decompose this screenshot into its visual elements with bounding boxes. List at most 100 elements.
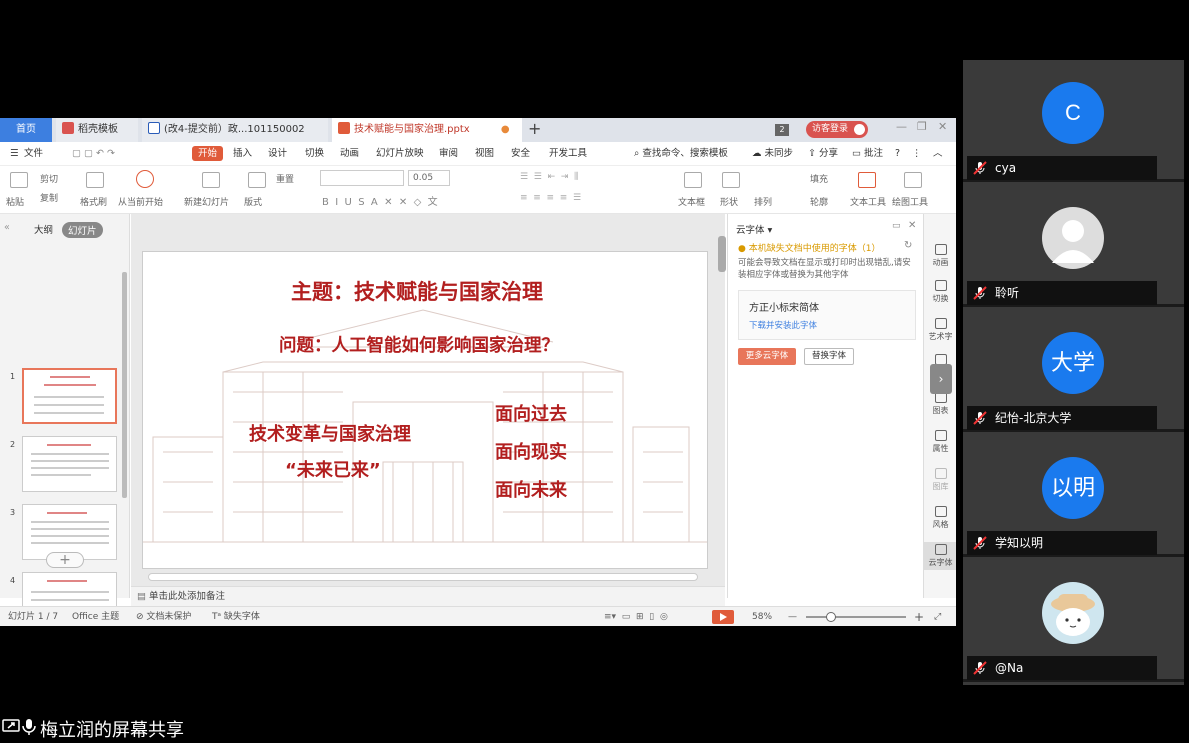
close-icon[interactable]: ✕ <box>938 120 947 133</box>
play-from-current-label[interactable]: 从当前开始 <box>118 195 163 208</box>
more-icon[interactable]: ⋮ <box>912 142 922 166</box>
play-from-current-icon[interactable] <box>136 170 154 188</box>
slide-thumbnail-2[interactable] <box>22 436 117 492</box>
share-button[interactable]: ⇪ 分享 <box>808 142 838 166</box>
panel-collapse-icon[interactable]: « <box>4 222 10 233</box>
font-name-select[interactable] <box>320 170 404 186</box>
menu-insert[interactable]: 插入 <box>233 142 252 166</box>
font-size-select[interactable]: 0.05 <box>408 170 450 186</box>
thumbnail-scrollbar[interactable] <box>122 272 127 498</box>
drawing-tools-label[interactable]: 绘图工具 <box>892 195 928 208</box>
add-slide-button[interactable]: + <box>46 552 84 568</box>
collapse-ribbon-icon[interactable]: ︿ <box>933 142 943 166</box>
slide-title[interactable]: 主题：技术赋能与国家治理 <box>291 276 543 306</box>
menu-file[interactable]: 文件 <box>24 142 43 166</box>
participant-tile[interactable]: C cya <box>963 60 1184 182</box>
zoom-level[interactable]: 58% <box>752 607 772 626</box>
participant-tile[interactable]: @Na <box>963 560 1184 682</box>
reset-button[interactable]: 重置 <box>276 172 294 185</box>
menu-devtools[interactable]: 开发工具 <box>549 142 587 166</box>
login-button[interactable]: 访客登录 <box>806 121 868 138</box>
cut-button[interactable]: 剪切 <box>40 172 58 185</box>
expand-panel-icon[interactable]: › <box>930 364 952 394</box>
participant-tile[interactable]: 聆听 <box>963 185 1184 307</box>
zoom-slider-thumb[interactable] <box>826 612 836 622</box>
annotate-button[interactable]: ▭ 批注 <box>852 142 883 166</box>
new-slide-label[interactable]: 新建幻灯片 <box>184 195 229 208</box>
document-protection[interactable]: ⊘ 文档未保护 <box>136 607 191 626</box>
more-fonts-button[interactable]: 更多云字体 <box>738 348 796 365</box>
list-buttons[interactable]: ☰ ☰ ⇤ ⇥ ⫼ <box>520 172 578 182</box>
tab-template[interactable]: 稻壳模板 <box>56 118 138 142</box>
sync-status[interactable]: ☁ 未同步 <box>752 142 793 166</box>
textbox-label[interactable]: 文本框 <box>678 195 705 208</box>
slide-left-heading[interactable]: 技术变革与国家治理 <box>249 420 411 446</box>
refresh-icon[interactable]: ↻ <box>904 240 912 251</box>
drawing-tools-icon[interactable] <box>904 172 922 188</box>
restore-icon[interactable]: ❐ <box>917 120 927 133</box>
slide-thumbnail-1[interactable] <box>22 368 117 424</box>
arrange-button[interactable]: 排列 <box>754 195 772 208</box>
font-style-buttons[interactable]: B I U S A ✕ ✕ ◇ 文 <box>322 193 438 208</box>
minimize-icon[interactable]: — <box>896 120 907 133</box>
tab-slides[interactable]: 幻灯片 <box>62 222 103 238</box>
sidebar-animation[interactable]: 动画 <box>924 244 956 268</box>
panel-close-icon[interactable]: ✕ <box>908 220 916 231</box>
fit-window-icon[interactable]: ⤢ <box>934 607 941 626</box>
menu-review[interactable]: 审阅 <box>439 142 458 166</box>
help-icon[interactable]: ? <box>895 142 900 166</box>
slide-point-present[interactable]: 面向现实 <box>495 438 567 464</box>
participant-tile[interactable]: 以明 学知以明 <box>963 435 1184 557</box>
view-mode-buttons[interactable]: ≡▾ ▭ ⊞ ▯ ◎ <box>604 607 668 626</box>
copy-button[interactable]: 复制 <box>40 191 58 204</box>
tab-outline[interactable]: 大纲 <box>34 222 53 236</box>
canvas-vertical-scrollbar[interactable] <box>718 236 726 272</box>
menu-view[interactable]: 视图 <box>475 142 494 166</box>
format-painter-icon[interactable] <box>86 172 104 188</box>
tab-ppt[interactable]: 技术赋能与国家治理.pptx ● <box>332 118 522 142</box>
notes-area[interactable]: ▤ 单击此处添加备注 <box>131 586 725 606</box>
textbox-icon[interactable] <box>684 172 702 188</box>
sidebar-style[interactable]: 风格 <box>924 506 956 530</box>
slide-left-quote[interactable]: “未来已来” <box>285 456 381 482</box>
shape-label[interactable]: 形状 <box>720 195 738 208</box>
menu-icon[interactable]: ☰ <box>10 142 19 166</box>
replace-font-button[interactable]: 替换字体 <box>804 348 854 365</box>
menu-animation[interactable]: 动画 <box>340 142 359 166</box>
format-painter-label[interactable]: 格式刷 <box>80 195 107 208</box>
sidebar-property[interactable]: 属性 <box>924 430 956 454</box>
participant-tile[interactable]: 大学 纪怡-北京大学 <box>963 310 1184 432</box>
paste-icon[interactable] <box>10 172 28 188</box>
text-tools-icon[interactable] <box>858 172 876 188</box>
menu-slideshow[interactable]: 幻灯片放映 <box>376 142 424 166</box>
sidebar-gallery[interactable]: 图库 <box>924 468 956 492</box>
align-buttons[interactable]: ≡ ≡ ≡ ≡ ☰ <box>520 193 581 203</box>
text-tools-label[interactable]: 文本工具 <box>850 195 886 208</box>
sidebar-chart[interactable]: 图表 <box>924 392 956 416</box>
zoom-slider[interactable] <box>806 616 906 618</box>
panel-option-icon[interactable]: ▭ <box>892 221 901 231</box>
menu-start[interactable]: 开始 <box>192 146 224 161</box>
tab-doc[interactable]: (改4-提交前）政...101150002 <box>142 118 328 142</box>
slide-question[interactable]: 问题：人工智能如何影响国家治理？ <box>279 332 559 357</box>
canvas-horizontal-scrollbar[interactable] <box>148 573 698 581</box>
slide-point-future[interactable]: 面向未来 <box>495 476 567 502</box>
search-command[interactable]: ⌕ 查找命令、搜索模板 <box>634 142 728 166</box>
missing-font-status[interactable]: Tᵃ 缺失字体 <box>212 607 260 626</box>
fill-button[interactable]: 填充 <box>810 172 828 185</box>
slide-point-past[interactable]: 面向过去 <box>495 400 567 426</box>
download-font-link[interactable]: 下载并安装此字体 <box>749 319 817 331</box>
paste-label[interactable]: 粘贴 <box>6 195 24 208</box>
sidebar-wordart[interactable]: 艺术字 <box>924 318 956 342</box>
save-icon[interactable]: ▢ ▢ ↶ ↷ <box>72 142 115 166</box>
layout-icon[interactable] <box>248 172 266 188</box>
play-slideshow-button[interactable] <box>712 610 734 624</box>
outline-button[interactable]: 轮廓 <box>810 195 828 208</box>
zoom-in-icon[interactable]: + <box>914 607 924 626</box>
tab-home[interactable]: 首页 <box>0 118 52 142</box>
zoom-out-icon[interactable]: — <box>788 607 797 626</box>
new-slide-icon[interactable] <box>202 172 220 188</box>
menu-security[interactable]: 安全 <box>511 142 530 166</box>
menu-design[interactable]: 设计 <box>268 142 287 166</box>
shape-icon[interactable] <box>722 172 740 188</box>
